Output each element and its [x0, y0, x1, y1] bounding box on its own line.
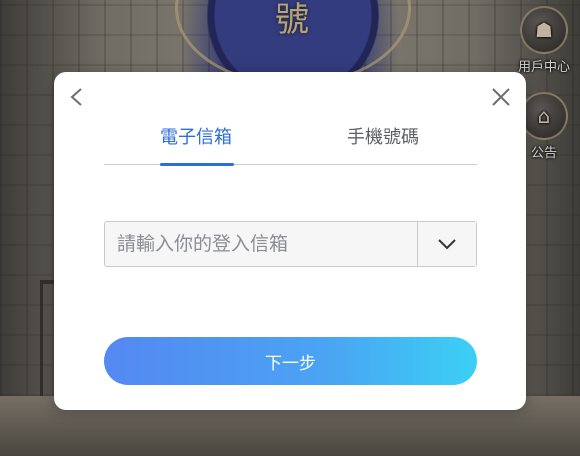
login-method-tabs: 電子信箱 手機號碼: [104, 120, 477, 166]
tab-email[interactable]: 電子信箱: [160, 126, 232, 162]
chevron-down-icon: [438, 239, 456, 250]
back-button[interactable]: [66, 86, 88, 108]
email-input-group: [104, 221, 477, 267]
close-icon: [492, 88, 510, 106]
tab-phone[interactable]: 手機號碼: [347, 126, 419, 162]
close-button[interactable]: [490, 86, 512, 108]
chevron-left-icon: [70, 88, 82, 106]
email-domain-dropdown[interactable]: [417, 222, 476, 266]
login-dialog: 電子信箱 手機號碼 下一步: [54, 72, 526, 410]
email-input[interactable]: [105, 222, 419, 266]
active-tab-indicator: [160, 163, 234, 166]
next-button[interactable]: 下一步: [104, 337, 477, 385]
